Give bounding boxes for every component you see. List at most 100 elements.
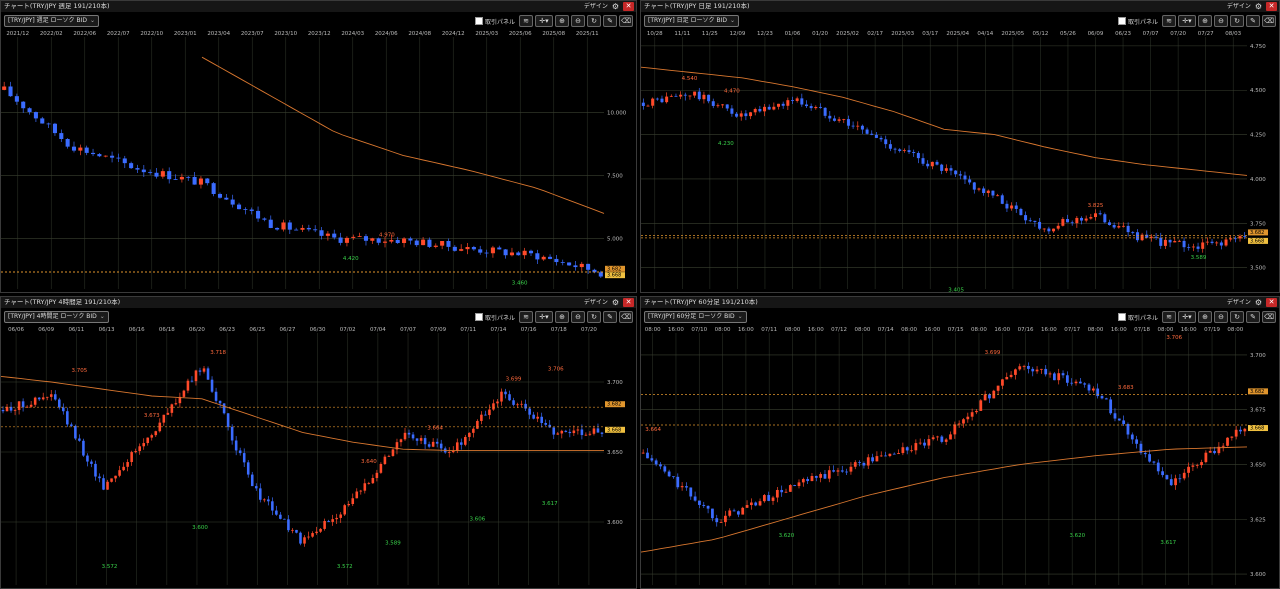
close-icon[interactable]: ✕ — [1266, 298, 1277, 307]
design-button[interactable]: デザイン — [584, 297, 608, 308]
candle — [234, 440, 238, 451]
pen-icon[interactable]: ✎ — [603, 311, 617, 323]
candle — [923, 442, 926, 446]
candle — [1156, 462, 1160, 472]
chart-area[interactable]: 2021/12 2022/02 2022/06 2022/07 2022/10 2023/… — [1, 29, 636, 292]
y-tick-label: 3.500 — [1250, 266, 1266, 272]
pen-icon[interactable]: ✎ — [1246, 15, 1260, 27]
candle — [106, 481, 109, 490]
candle — [17, 401, 21, 411]
chart-area[interactable]: 08:00 16:00 07/10 08:00 16:00 07/11 08:00 16:00… — [641, 325, 1279, 588]
candle — [914, 443, 918, 451]
trade-panel-toggle[interactable]: 取引パネル — [474, 313, 515, 322]
close-icon[interactable]: ✕ — [623, 2, 634, 11]
close-icon[interactable]: ✕ — [623, 298, 634, 307]
candle — [46, 123, 51, 125]
candle — [1, 410, 5, 412]
candle — [138, 446, 141, 452]
candle — [541, 256, 546, 260]
indicator-icon[interactable]: ≋ — [519, 311, 533, 323]
design-button[interactable]: デザイン — [584, 1, 608, 12]
candle — [154, 431, 158, 436]
candle — [544, 422, 547, 425]
gear-icon[interactable]: ⚙ — [1255, 2, 1262, 11]
x-tick-label: 06/23 — [1115, 31, 1131, 37]
checkbox[interactable] — [474, 313, 483, 321]
symbol-select[interactable]: [TRY/JPY] 週足 ローソク BID ⌄ — [4, 15, 99, 27]
indicator-icon[interactable]: ≋ — [1162, 311, 1176, 323]
checkbox[interactable] — [1117, 17, 1126, 25]
candle — [758, 501, 762, 506]
gear-icon[interactable]: ⚙ — [612, 298, 619, 307]
eraser-icon[interactable]: ⌫ — [1262, 15, 1276, 27]
symbol-select[interactable]: [TRY/JPY] 60分足 ローソク BID ⌄ — [644, 311, 747, 323]
zoom-out-icon[interactable]: ⊖ — [1214, 311, 1228, 323]
candle — [741, 507, 745, 515]
candle — [214, 391, 218, 401]
candle — [676, 476, 680, 488]
pen-icon[interactable]: ✎ — [1246, 311, 1260, 323]
x-tick-label: 10/28 — [647, 31, 663, 37]
crosshair-icon[interactable]: ✛▾ — [535, 311, 553, 323]
eraser-icon[interactable]: ⌫ — [619, 15, 633, 27]
candle — [1126, 424, 1130, 435]
close-icon[interactable]: ✕ — [1266, 2, 1277, 11]
zoom-in-icon[interactable]: ⊕ — [1198, 311, 1212, 323]
candle — [1187, 247, 1191, 248]
crosshair-icon[interactable]: ✛▾ — [1178, 311, 1196, 323]
candle — [37, 397, 41, 400]
zoom-in-icon[interactable]: ⊕ — [555, 311, 569, 323]
moving-average-line — [641, 66, 1248, 176]
gear-icon[interactable]: ⚙ — [1255, 298, 1262, 307]
crosshair-icon[interactable]: ✛▾ — [535, 15, 553, 27]
design-button[interactable]: デザイン — [1227, 297, 1251, 308]
candle — [45, 396, 49, 398]
candle — [893, 148, 897, 150]
candle — [150, 435, 154, 438]
x-tick-label: 08:00 — [854, 327, 870, 333]
x-tick-label: 2025/08 — [542, 31, 565, 37]
candle — [1005, 203, 1009, 209]
refresh-icon[interactable]: ↻ — [587, 15, 601, 27]
checkbox[interactable] — [474, 17, 483, 25]
indicator-icon[interactable]: ≋ — [1162, 15, 1176, 27]
trade-panel-toggle[interactable]: 取引パネル — [474, 17, 515, 26]
zoom-in-icon[interactable]: ⊕ — [1198, 15, 1212, 27]
symbol-select[interactable]: [TRY/JPY] 4時間足 ローソク BID ⌄ — [4, 311, 109, 323]
x-tick-label: 2023/10 — [274, 31, 297, 37]
trade-panel-toggle[interactable]: 取引パネル — [1117, 313, 1158, 322]
candle — [982, 188, 986, 194]
candle — [49, 394, 53, 397]
zoom-out-icon[interactable]: ⊖ — [571, 15, 585, 27]
candle — [246, 462, 250, 475]
x-tick-label: 06/25 — [249, 327, 265, 333]
candle — [888, 453, 892, 456]
indicator-icon[interactable]: ≋ — [519, 15, 533, 27]
chart-area[interactable]: 10/28 11/11 11/25 12/09 12/23 01/06 01/20 2025/… — [641, 29, 1279, 292]
zoom-out-icon[interactable]: ⊖ — [1214, 15, 1228, 27]
candle — [966, 416, 970, 420]
symbol-select[interactable]: [TRY/JPY] 日足 ローソク BID ⌄ — [644, 15, 739, 27]
eraser-icon[interactable]: ⌫ — [1262, 311, 1276, 323]
price-annotation: 4.970 — [379, 232, 395, 238]
trade-panel-toggle[interactable]: 取引パネル — [1117, 17, 1158, 26]
chart-area[interactable]: 06/06 06/09 06/11 06/13 06/16 06/18 06/20 06/23… — [1, 325, 636, 588]
refresh-icon[interactable]: ↻ — [1230, 311, 1244, 323]
pen-icon[interactable]: ✎ — [603, 15, 617, 27]
candle — [287, 519, 290, 531]
crosshair-icon[interactable]: ✛▾ — [1178, 15, 1196, 27]
eraser-icon[interactable]: ⌫ — [619, 311, 633, 323]
x-tick-label: 05/26 — [1060, 31, 1076, 37]
design-button[interactable]: デザイン — [1227, 1, 1251, 12]
price-annotation: 3.606 — [469, 517, 485, 523]
candle — [307, 536, 310, 538]
refresh-icon[interactable]: ↻ — [587, 311, 601, 323]
candle — [33, 112, 38, 119]
candle — [323, 520, 326, 529]
zoom-in-icon[interactable]: ⊕ — [555, 15, 569, 27]
refresh-icon[interactable]: ↻ — [1230, 15, 1244, 27]
zoom-out-icon[interactable]: ⊖ — [571, 311, 585, 323]
candle — [179, 176, 184, 180]
checkbox[interactable] — [1117, 313, 1126, 321]
gear-icon[interactable]: ⚙ — [612, 2, 619, 11]
